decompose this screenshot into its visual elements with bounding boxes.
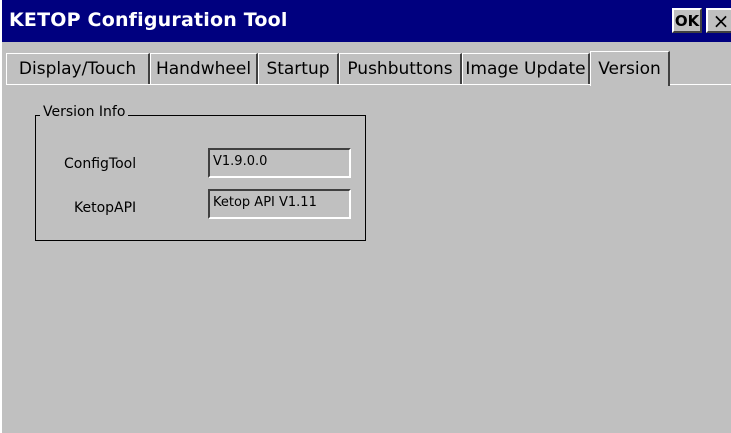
configtool-label: ConfigTool — [64, 156, 137, 172]
ketopapi-label: KetopAPI — [74, 200, 137, 216]
title-bar: KETOP Configuration Tool OK × — [2, 0, 731, 42]
tab-display-touch[interactable]: Display/Touch — [6, 53, 150, 84]
tab-handwheel[interactable]: Handwheel — [150, 53, 258, 84]
version-info-group — [35, 115, 366, 241]
tab-strip: Display/Touch Handwheel Startup Pushbutt… — [6, 51, 731, 86]
window-title: KETOP Configuration Tool — [9, 9, 288, 31]
close-icon[interactable]: × — [706, 8, 731, 33]
tab-image-update[interactable]: Image Update — [462, 53, 590, 84]
ketopapi-version-field: Ketop API V1.11 — [208, 189, 351, 219]
tab-startup[interactable]: Startup — [258, 53, 339, 84]
tab-pushbuttons[interactable]: Pushbuttons — [339, 53, 462, 84]
ok-button[interactable]: OK — [672, 8, 702, 33]
app-window: KETOP Configuration Tool OK × Display/To… — [0, 0, 731, 433]
version-info-legend: Version Info — [40, 104, 129, 120]
configtool-version-field: V1.9.0.0 — [208, 148, 351, 178]
tab-version[interactable]: Version — [590, 51, 670, 86]
